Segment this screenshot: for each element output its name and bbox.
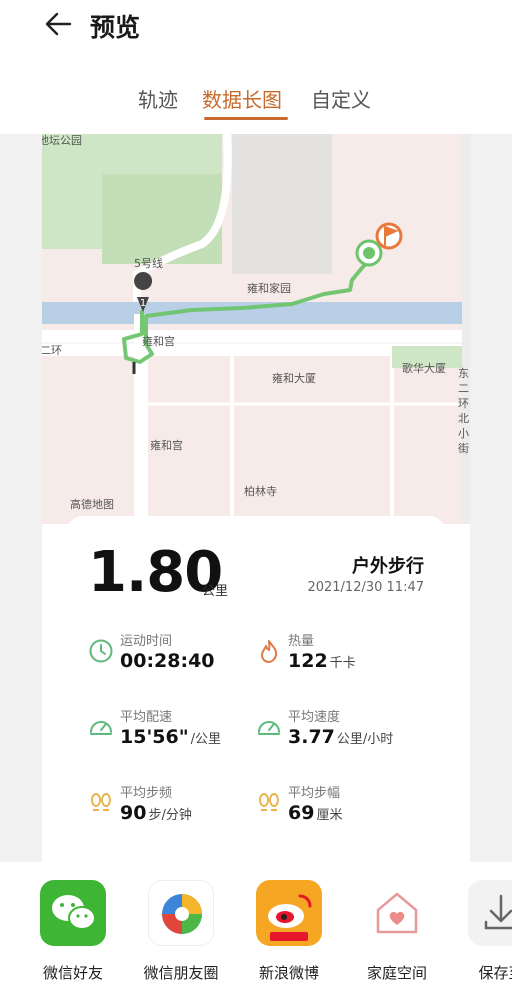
map-label-yonghe-mansion: 雍和大厦 — [272, 372, 316, 385]
start-marker-number: 1 — [140, 298, 146, 309]
gauge-icon — [90, 721, 112, 735]
map-label-amap: 高德地图 — [70, 498, 114, 511]
stats-card: 1.80 公里 户外步行 2021/12/30 11:47 运动时间 00:28… — [68, 516, 444, 866]
metric-cadence: 平均步频 90 步/分钟 — [88, 782, 258, 832]
metric-label: 平均步频 — [120, 786, 173, 801]
share-sheet: 微信好友 微信朋友圈 新浪微博 家庭空间 保存 — [0, 862, 512, 994]
metric-label: 平均步幅 — [288, 786, 341, 801]
moments-aperture-icon[interactable] — [148, 880, 214, 946]
distance-unit: 公里 — [202, 584, 229, 599]
share-weibo[interactable]: 新浪微博 — [244, 880, 334, 990]
map-label-yonghegong: 雍和宫 — [150, 439, 183, 452]
tab-customize[interactable]: 自定义 — [311, 84, 371, 113]
metric-duration: 运动时间 00:28:40 — [88, 630, 258, 680]
metric-pace: 平均配速 15'56"/公里 — [88, 706, 258, 756]
download-icon[interactable] — [468, 880, 512, 946]
footprints-icon — [259, 793, 279, 811]
metric-speed: 平均速度 3.77 公里/小时 — [256, 706, 426, 756]
metric-label: 运动时间 — [120, 634, 173, 649]
share-wechat-friends[interactable]: 微信好友 — [28, 880, 118, 990]
share-save-to[interactable]: 保存至 — [456, 880, 512, 990]
home-heart-icon[interactable] — [364, 880, 430, 946]
map-label-bailinsi: 柏林寺 — [244, 485, 277, 498]
metric-label: 热量 — [288, 634, 315, 649]
map-label-second-ring: 二环 — [42, 344, 62, 357]
metric-calories: 热量 122 千卡 — [256, 630, 426, 680]
tab-bar: 轨迹 数据长图 自定义 — [0, 84, 512, 124]
map-label-yonghegong-road: 雍和宫 — [142, 335, 175, 348]
metric-value: 122 千卡 — [288, 650, 356, 672]
map-label-line5: 5号线 — [134, 257, 163, 270]
wechat-icon[interactable] — [40, 880, 106, 946]
map-label-gewa-mansion: 歌华大厦 — [402, 362, 446, 375]
tab-data-long-image[interactable]: 数据长图 — [202, 84, 282, 113]
metric-value: 15'56"/公里 — [120, 726, 221, 748]
route-map: 1 地坛公园 5号线 雍和家园 雍和宫 二环 雍和大厦 歌华大厦 雍和宫 高德地… — [42, 134, 470, 524]
share-label: 微信朋友圈 — [143, 964, 219, 982]
share-label: 保存至 — [478, 964, 512, 982]
metric-value: 90 步/分钟 — [120, 802, 192, 824]
share-wechat-moments[interactable]: 微信朋友圈 — [136, 880, 226, 990]
metric-label: 平均配速 — [120, 710, 173, 725]
clock-icon — [89, 639, 113, 663]
metric-value: 3.77 公里/小时 — [288, 726, 394, 748]
metric-value: 00:28:40 — [120, 650, 215, 672]
share-family-space[interactable]: 家庭空间 — [352, 880, 442, 990]
speedometer-icon — [258, 721, 280, 735]
top-bar: 预览 轨迹 数据长图 自定义 — [0, 0, 512, 134]
active-tab-indicator — [204, 117, 288, 120]
share-label: 新浪微博 — [258, 964, 319, 982]
tab-track[interactable]: 轨迹 — [138, 84, 178, 113]
map-label-park: 地坛公园 — [42, 134, 82, 147]
back-arrow-icon[interactable] — [40, 6, 76, 42]
page-title: 预览 — [90, 13, 141, 42]
flame-icon — [261, 640, 278, 663]
weibo-icon[interactable] — [256, 880, 322, 946]
metric-value: 69 厘米 — [288, 802, 343, 824]
footprints-icon — [91, 793, 111, 811]
share-label: 微信好友 — [42, 964, 103, 982]
long-image-preview: 1 地坛公园 5号线 雍和家园 雍和宫 二环 雍和大厦 歌华大厦 雍和宫 高德地… — [42, 134, 470, 866]
metric-stride: 平均步幅 69 厘米 — [256, 782, 426, 832]
metric-label: 平均速度 — [288, 710, 341, 725]
map-label-yonghe-home: 雍和家园 — [247, 282, 291, 295]
activity-datetime: 2021/12/30 11:47 — [307, 580, 424, 595]
activity-type: 户外步行 — [352, 556, 424, 577]
map-graphic: 1 — [42, 134, 470, 524]
map-label-right-street: 东二环北小街 — [458, 367, 469, 455]
share-label: 家庭空间 — [366, 964, 427, 982]
